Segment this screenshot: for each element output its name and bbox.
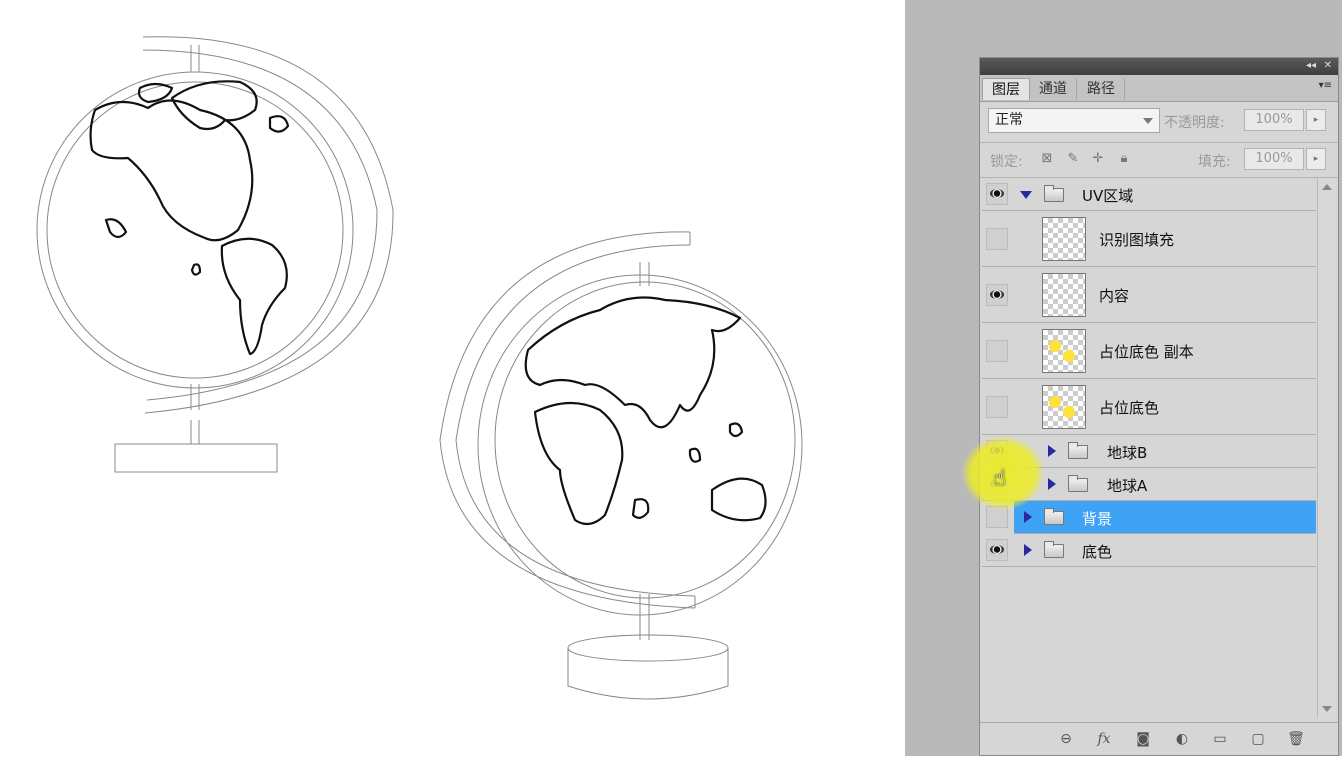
new-layer-icon[interactable]: ▢	[1248, 730, 1268, 748]
panel-bottom-toolbar: ⊖ fx ◙ ◐ ▭ ▢ 🗑	[980, 722, 1338, 755]
layer-name: 内容	[1099, 287, 1130, 305]
lock-move-icon[interactable]: ✛	[1091, 152, 1105, 166]
layer-name: UV区域	[1082, 187, 1134, 205]
fill-input[interactable]: 100%	[1244, 148, 1304, 170]
globe-drawings	[36, 36, 803, 700]
blend-mode-value: 正常	[995, 112, 1023, 128]
close-icon[interactable]: ✕	[1324, 59, 1332, 73]
folder-icon	[1068, 475, 1088, 492]
layer-row[interactable]: 占位底色	[982, 379, 1316, 435]
globe-a-sphere	[36, 71, 354, 389]
layer-name: 占位底色	[1099, 399, 1160, 417]
panel-titlebar[interactable]: ◂◂ ✕	[980, 58, 1338, 75]
visibility-toggle[interactable]	[986, 396, 1008, 418]
layer-thumbnail	[1042, 329, 1086, 373]
folder-icon	[1044, 185, 1064, 202]
layers-panel: ◂◂ ✕ 图层 通道 路径 ▾≡ 正常 不透明度: 100% ▸ 锁定: ⊠ ✎…	[979, 57, 1339, 756]
tab-paths[interactable]: 路径	[1078, 78, 1125, 100]
fill-label: 填充:	[1198, 154, 1231, 170]
lock-bar: 锁定: ⊠ ✎ ✛ 🔒︎ 填充: 100% ▸	[980, 142, 1338, 178]
trash-icon[interactable]: 🗑	[1286, 730, 1306, 748]
folder-icon	[1068, 442, 1088, 459]
layer-row[interactable]: 识别图填充	[982, 211, 1316, 267]
collapsed-triangle-icon[interactable]	[1024, 511, 1032, 523]
layer-row[interactable]: 内容	[982, 267, 1316, 323]
thumb-dot	[1063, 350, 1075, 362]
tab-channels[interactable]: 通道	[1030, 78, 1077, 100]
lock-paint-icon[interactable]: ✎	[1066, 152, 1080, 166]
layer-group-base-color[interactable]: 底色	[982, 534, 1316, 567]
visibility-toggle[interactable]	[986, 228, 1008, 250]
lock-transparent-icon[interactable]: ⊠	[1040, 152, 1054, 166]
scroll-down-icon[interactable]	[1322, 706, 1332, 712]
visibility-eye-icon[interactable]	[986, 284, 1008, 306]
globe-b-sphere	[477, 274, 803, 616]
visibility-eye-icon[interactable]	[986, 539, 1008, 561]
layers-scrollbar[interactable]	[1317, 178, 1336, 718]
visibility-toggle[interactable]	[986, 340, 1008, 362]
layer-name: 底色	[1082, 543, 1113, 561]
layer-name: 地球A	[1107, 477, 1148, 495]
opacity-input[interactable]: 100%	[1244, 109, 1304, 131]
layer-name: 识别图填充	[1099, 231, 1175, 249]
folder-icon	[1044, 541, 1064, 558]
layer-thumbnail	[1042, 385, 1086, 429]
layer-thumbnail	[1042, 217, 1086, 261]
folder-icon	[1044, 508, 1064, 525]
hand-cursor-icon: ☝	[993, 466, 1007, 491]
panel-tabs: 图层 通道 路径 ▾≡	[980, 75, 1338, 102]
document-canvas[interactable]	[0, 0, 905, 756]
layer-thumbnail	[1042, 273, 1086, 317]
thumb-dot	[1063, 406, 1075, 418]
blend-mode-select[interactable]: 正常	[988, 108, 1160, 133]
fill-slider-button[interactable]: ▸	[1306, 148, 1326, 170]
link-icon[interactable]: ⊖	[1056, 730, 1076, 748]
collapse-icon[interactable]: ◂◂	[1306, 59, 1316, 73]
panel-menu-icon[interactable]: ▾≡	[1319, 80, 1332, 91]
collapsed-triangle-icon[interactable]	[1048, 478, 1056, 490]
layer-name: 占位底色 副本	[1099, 343, 1194, 361]
expand-triangle-icon[interactable]	[1020, 191, 1032, 199]
layer-name: 地球B	[1107, 444, 1148, 462]
collapsed-triangle-icon[interactable]	[1024, 544, 1032, 556]
collapsed-triangle-icon[interactable]	[1048, 445, 1056, 457]
layer-group-background[interactable]: 背景	[1014, 501, 1316, 534]
scroll-up-icon[interactable]	[1322, 184, 1332, 190]
lock-all-icon[interactable]: 🔒︎	[1117, 152, 1131, 166]
chevron-down-icon	[1143, 118, 1153, 124]
eurasia-shape	[524, 296, 742, 429]
layer-group-uv[interactable]: UV区域	[982, 178, 1316, 211]
opacity-slider-button[interactable]: ▸	[1306, 109, 1326, 131]
tab-layers[interactable]: 图层	[982, 78, 1030, 100]
adjustment-icon[interactable]: ◐	[1172, 730, 1192, 748]
lock-label: 锁定:	[990, 154, 1023, 170]
africa-shape	[533, 401, 624, 526]
opacity-label: 不透明度:	[1164, 115, 1225, 131]
layer-name: 背景	[1082, 510, 1113, 528]
visibility-eye-icon[interactable]	[986, 183, 1008, 205]
south-america-shape	[220, 237, 288, 356]
new-group-icon[interactable]: ▭	[1210, 730, 1230, 748]
fx-icon[interactable]: fx	[1094, 730, 1114, 748]
layer-row[interactable]: 占位底色 副本	[982, 323, 1316, 379]
mask-icon[interactable]: ◙	[1133, 730, 1153, 748]
thumb-dot	[1049, 340, 1061, 352]
thumb-dot	[1049, 396, 1061, 408]
